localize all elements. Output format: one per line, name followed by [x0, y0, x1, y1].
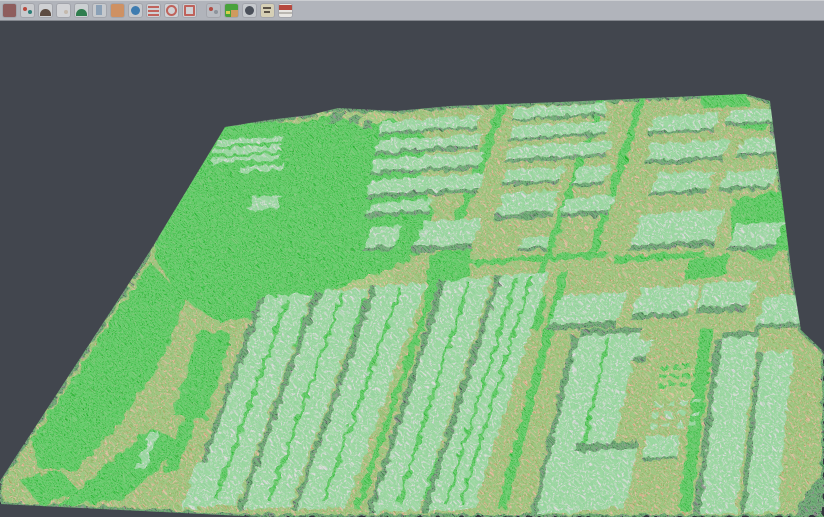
point-cloud-canvas[interactable]	[0, 0, 824, 517]
globe-3d-icon[interactable]	[128, 3, 143, 18]
flag-red-icon[interactable]	[278, 3, 293, 18]
grid-tool-icon[interactable]	[206, 3, 221, 18]
viewport-3d[interactable]	[0, 21, 824, 517]
ortho-image-icon[interactable]	[110, 3, 125, 18]
layers-red-icon[interactable]	[146, 3, 161, 18]
point-classes-icon[interactable]	[20, 3, 35, 18]
sphere-view-icon[interactable]	[242, 3, 257, 18]
toolbar	[0, 0, 824, 21]
application-window	[0, 0, 824, 517]
annotation-icon[interactable]	[260, 3, 275, 18]
profile-panel-icon[interactable]	[92, 3, 107, 18]
open-data-icon[interactable]	[2, 3, 17, 18]
points-faint-icon[interactable]	[56, 3, 71, 18]
classified-map-icon[interactable]	[224, 3, 239, 18]
zoom-extent-icon[interactable]	[182, 3, 197, 18]
terrain-brown-icon[interactable]	[38, 3, 53, 18]
terrain-green-icon[interactable]	[74, 3, 89, 18]
target-red-icon[interactable]	[164, 3, 179, 18]
